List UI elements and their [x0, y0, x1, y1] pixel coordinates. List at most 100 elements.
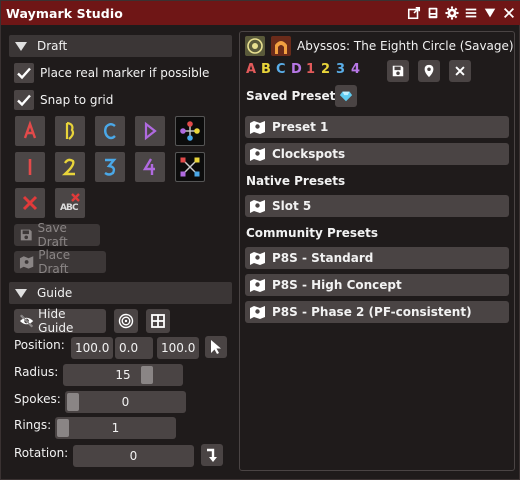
snap-grid-label: Snap to grid — [40, 93, 114, 107]
snap-grid-checkbox-row[interactable]: Snap to grid — [14, 90, 113, 110]
place-all-abcd-button[interactable] — [175, 116, 205, 146]
ring-guide-button[interactable] — [114, 309, 138, 333]
waymark-d-button[interactable] — [135, 116, 165, 146]
letter-2[interactable]: 2 — [321, 62, 336, 77]
community-preset-item[interactable]: P8S - Phase 2 (PF-consistent) — [245, 301, 509, 323]
waymark-a-icon — [23, 120, 37, 139]
guide-header-label: Guide — [37, 286, 73, 300]
rotate-snap-button[interactable] — [201, 444, 223, 466]
community-preset-item[interactable]: P8S - High Concept — [245, 274, 509, 296]
letter-1[interactable]: 1 — [306, 62, 321, 77]
collapse-triangle-icon[interactable] — [482, 5, 498, 21]
gem-button[interactable] — [335, 85, 357, 107]
save-preset-button[interactable] — [387, 60, 409, 82]
place-draft-label: Place Draft — [38, 248, 71, 276]
clear-letters-button[interactable]: A B C — [55, 188, 85, 218]
collapse-triangle-icon — [15, 41, 27, 51]
hide-guide-label: Hide Guide — [38, 307, 74, 335]
locate-button[interactable] — [418, 60, 440, 82]
letter-4[interactable]: 4 — [351, 62, 366, 77]
floppy-disk-icon — [20, 229, 32, 241]
spokes-slider-grab[interactable] — [67, 393, 79, 411]
zone-name: Abyssos: The Eighth Circle (Savage) — [297, 39, 514, 53]
clear-preset-button[interactable] — [449, 60, 471, 82]
arrow-turn-down-icon — [207, 448, 217, 462]
draft-header-label: Draft — [37, 39, 68, 53]
waymark-3-icon — [104, 158, 117, 176]
gear-icon[interactable] — [444, 5, 460, 21]
position-x-input[interactable]: 100.0 — [71, 337, 113, 359]
draft-section-header[interactable]: Draft — [9, 35, 232, 57]
waymark-b-icon — [65, 121, 75, 140]
duty-arch-icon[interactable] — [271, 36, 291, 56]
radius-label: Radius: — [14, 365, 59, 379]
pick-position-button[interactable] — [205, 336, 227, 358]
waymark-3-button[interactable] — [95, 152, 125, 182]
map-pin-icon — [250, 148, 265, 161]
waymark-2-icon — [61, 158, 75, 176]
spokes-value: 0 — [121, 395, 130, 409]
waymark-b-button[interactable] — [55, 116, 85, 146]
native-preset-item[interactable]: Slot 5 — [245, 195, 509, 217]
rings-slider-grab[interactable] — [57, 419, 69, 437]
preset-name: Clockspots — [272, 147, 346, 161]
guide-section-header[interactable]: Guide — [9, 282, 232, 304]
floppy-disk-icon — [392, 65, 404, 77]
position-z-input[interactable]: 100.0 — [157, 337, 199, 359]
map-pin-icon — [250, 306, 265, 319]
hide-guide-button[interactable]: Hide Guide — [14, 307, 106, 335]
waymark-2-button[interactable] — [55, 152, 85, 182]
saved-preset-item[interactable]: Clockspots — [245, 143, 509, 165]
waymark-c-button[interactable] — [95, 116, 125, 146]
place-real-checkbox-row[interactable]: Place real marker if possible — [14, 63, 209, 83]
grid-guide-button[interactable] — [146, 309, 170, 333]
zone-settings-icon[interactable] — [245, 36, 265, 56]
close-icon[interactable] — [501, 5, 517, 21]
rotation-slider[interactable]: 0 — [73, 445, 194, 467]
letter-b[interactable]: B — [261, 62, 276, 77]
waymark-1-icon — [28, 159, 32, 175]
map-pin-icon — [19, 256, 34, 269]
rotation-value: 0 — [129, 449, 138, 463]
place-real-checkbox[interactable] — [14, 63, 34, 83]
place-real-label: Place real marker if possible — [40, 66, 210, 80]
native-presets-label: Native Presets — [246, 174, 346, 188]
community-preset-item[interactable]: P8S - Standard — [245, 247, 509, 269]
position-y-input[interactable]: 0.0 — [115, 337, 153, 359]
saved-preset-item[interactable]: Preset 1 — [245, 116, 509, 138]
letter-d[interactable]: D — [291, 62, 306, 77]
window-title: Waymark Studio — [6, 5, 123, 21]
letter-a[interactable]: A — [246, 62, 261, 77]
spokes-slider[interactable]: 0 — [65, 391, 186, 413]
cursor-arrow-icon — [211, 340, 221, 354]
preset-name: Slot 5 — [272, 199, 312, 213]
title-bar-icons — [406, 5, 517, 21]
rotation-label: Rotation: — [14, 446, 69, 460]
menu-icon[interactable] — [463, 5, 479, 21]
snap-grid-checkbox[interactable] — [14, 90, 34, 110]
radius-slider-grab[interactable] — [141, 366, 153, 384]
zone-row: Abyssos: The Eighth Circle (Savage) — [245, 36, 514, 56]
presets-panel: Abyssos: The Eighth Circle (Savage) A B … — [239, 31, 515, 471]
clear-waymarks-button[interactable] — [15, 188, 45, 218]
letter-c[interactable]: C — [276, 62, 291, 77]
letter-3[interactable]: 3 — [336, 62, 351, 77]
rings-slider[interactable]: 1 — [55, 417, 176, 439]
place-all-1234-button[interactable] — [175, 152, 205, 182]
checkmark-icon — [17, 94, 31, 107]
place-draft-button[interactable]: Place Draft — [14, 248, 106, 276]
library-icon[interactable] — [425, 5, 441, 21]
open-external-icon[interactable] — [406, 5, 422, 21]
svg-text:C: C — [72, 203, 79, 213]
waymark-letter-row: A B C D 1 2 3 4 — [246, 62, 366, 77]
waymark-a-button[interactable] — [15, 116, 45, 146]
preset-name: P8S - Standard — [272, 251, 374, 265]
radius-slider[interactable]: 15 — [63, 364, 183, 386]
title-bar[interactable]: Waymark Studio — [1, 1, 520, 25]
map-pin-icon — [250, 279, 265, 292]
community-presets-label: Community Presets — [246, 226, 379, 240]
save-draft-button[interactable]: Save Draft — [14, 221, 100, 249]
spokes-label: Spokes: — [14, 392, 61, 406]
waymark-1-button[interactable] — [15, 152, 45, 182]
waymark-4-button[interactable] — [135, 152, 165, 182]
